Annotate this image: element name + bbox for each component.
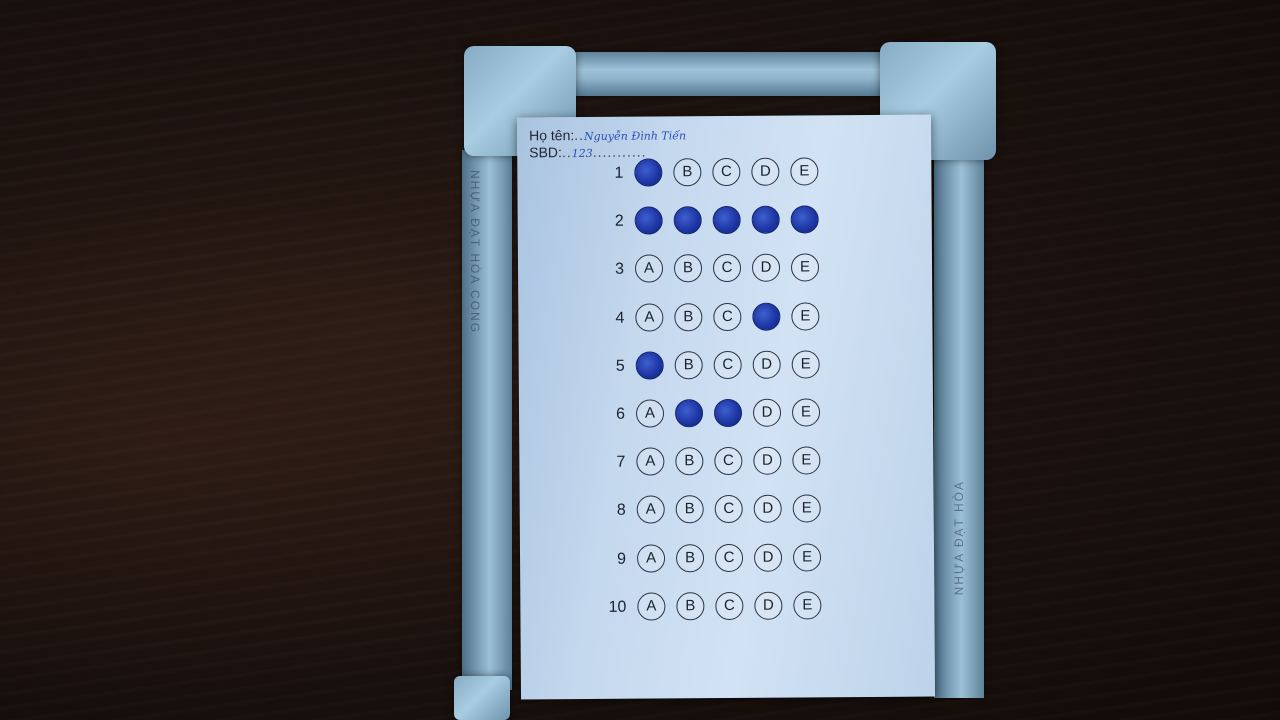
answer-bubble-b[interactable]: B bbox=[673, 158, 702, 187]
answer-bubble-b[interactable]: B bbox=[675, 495, 704, 524]
answer-bubble-e[interactable]: E bbox=[792, 494, 821, 523]
left-pipe-print: NHỰA ĐẠT HÒA CONG bbox=[468, 170, 482, 335]
answer-bubble-c[interactable]: C bbox=[712, 157, 741, 187]
top-pvc-pipe bbox=[560, 52, 900, 96]
answer-bubble-d[interactable]: D bbox=[752, 302, 781, 331]
answer-bubble-c[interactable]: C bbox=[713, 398, 743, 428]
answer-bubble-c[interactable]: C bbox=[712, 206, 741, 235]
answer-bubble-c[interactable]: C bbox=[715, 591, 744, 620]
answer-bubble-c[interactable]: C bbox=[713, 350, 742, 379]
answer-sheet: Họ tên:..Nguyễn Đình Tiến SBD:..123.....… bbox=[516, 114, 936, 700]
answer-bubble-c[interactable]: C bbox=[714, 543, 744, 572]
answer-bubble-b[interactable]: B bbox=[674, 302, 703, 331]
answer-bubble-d[interactable]: D bbox=[751, 254, 781, 283]
answer-bubble-a[interactable]: A bbox=[634, 254, 664, 284]
answer-bubble-a[interactable]: A bbox=[636, 447, 665, 476]
question-number: 10 bbox=[608, 598, 627, 616]
answer-bubble-a[interactable]: A bbox=[637, 592, 666, 621]
name-line: Họ tên:..Nguyễn Đình Tiến bbox=[529, 126, 687, 144]
answer-bubble-a[interactable]: A bbox=[635, 303, 664, 332]
question-number: 7 bbox=[616, 453, 626, 471]
question-number: 1 bbox=[614, 164, 624, 182]
answer-bubble-a[interactable]: A bbox=[635, 399, 665, 428]
student-id: 123 bbox=[571, 146, 593, 161]
name-label: Họ tên: bbox=[529, 127, 575, 144]
answer-bubble-e[interactable]: E bbox=[793, 591, 822, 620]
answer-bubble-b[interactable]: B bbox=[673, 254, 703, 283]
answer-bubble-b[interactable]: B bbox=[675, 543, 705, 572]
answer-bubble-a[interactable]: A bbox=[634, 206, 663, 235]
answer-bubble-e[interactable]: E bbox=[790, 157, 819, 186]
answer-bubble-d[interactable]: D bbox=[751, 157, 780, 186]
bottom-left-pvc-coupling bbox=[454, 676, 510, 720]
id-line: SBD:..123........... bbox=[529, 143, 647, 161]
answer-bubble-a[interactable]: A bbox=[636, 495, 665, 525]
answer-bubble-e[interactable]: E bbox=[791, 301, 820, 331]
answer-bubble-c[interactable]: C bbox=[714, 447, 743, 476]
question-number: 2 bbox=[614, 212, 624, 230]
answer-bubble-d[interactable]: D bbox=[753, 446, 782, 475]
answer-bubble-a[interactable]: A bbox=[635, 351, 664, 380]
answer-bubble-c[interactable]: C bbox=[714, 495, 743, 524]
answer-bubble-d[interactable]: D bbox=[753, 543, 783, 572]
question-number: 3 bbox=[615, 261, 625, 279]
answer-bubble-d[interactable]: D bbox=[751, 205, 780, 235]
id-label: SBD: bbox=[529, 144, 562, 161]
answer-bubble-d[interactable]: D bbox=[754, 591, 783, 620]
answer-bubble-b[interactable]: B bbox=[673, 206, 702, 235]
answer-bubble-e[interactable]: E bbox=[790, 205, 819, 234]
question-number: 8 bbox=[616, 502, 626, 520]
answer-bubble-b[interactable]: B bbox=[675, 447, 704, 476]
right-pvc-pipe bbox=[934, 150, 984, 698]
answer-bubble-e[interactable]: E bbox=[792, 446, 821, 475]
answer-bubble-d[interactable]: D bbox=[753, 495, 782, 524]
answer-bubble-b[interactable]: B bbox=[674, 399, 704, 428]
answer-bubble-b[interactable]: B bbox=[676, 591, 705, 621]
answer-bubble-e[interactable]: E bbox=[792, 542, 822, 572]
right-pipe-print: NHỰA ĐẠT HÒA bbox=[952, 480, 966, 596]
student-name: Nguyễn Đình Tiến bbox=[583, 129, 687, 143]
answer-bubble-e[interactable]: E bbox=[791, 350, 820, 379]
answer-bubble-d[interactable]: D bbox=[752, 350, 781, 379]
question-number: 6 bbox=[616, 405, 626, 423]
answer-bubble-a[interactable]: A bbox=[636, 544, 666, 573]
answer-bubble-e[interactable]: E bbox=[790, 253, 820, 282]
answer-bubble-b[interactable]: B bbox=[674, 350, 703, 380]
question-number: 9 bbox=[617, 550, 627, 568]
answer-bubble-d[interactable]: D bbox=[752, 398, 782, 427]
question-number: 5 bbox=[615, 357, 625, 375]
question-number: 4 bbox=[615, 309, 625, 327]
answer-bubble-c[interactable]: C bbox=[712, 254, 742, 283]
answer-bubble-c[interactable]: C bbox=[713, 302, 742, 331]
answer-bubble-a[interactable]: A bbox=[634, 158, 663, 187]
answer-bubble-e[interactable]: E bbox=[791, 398, 821, 427]
